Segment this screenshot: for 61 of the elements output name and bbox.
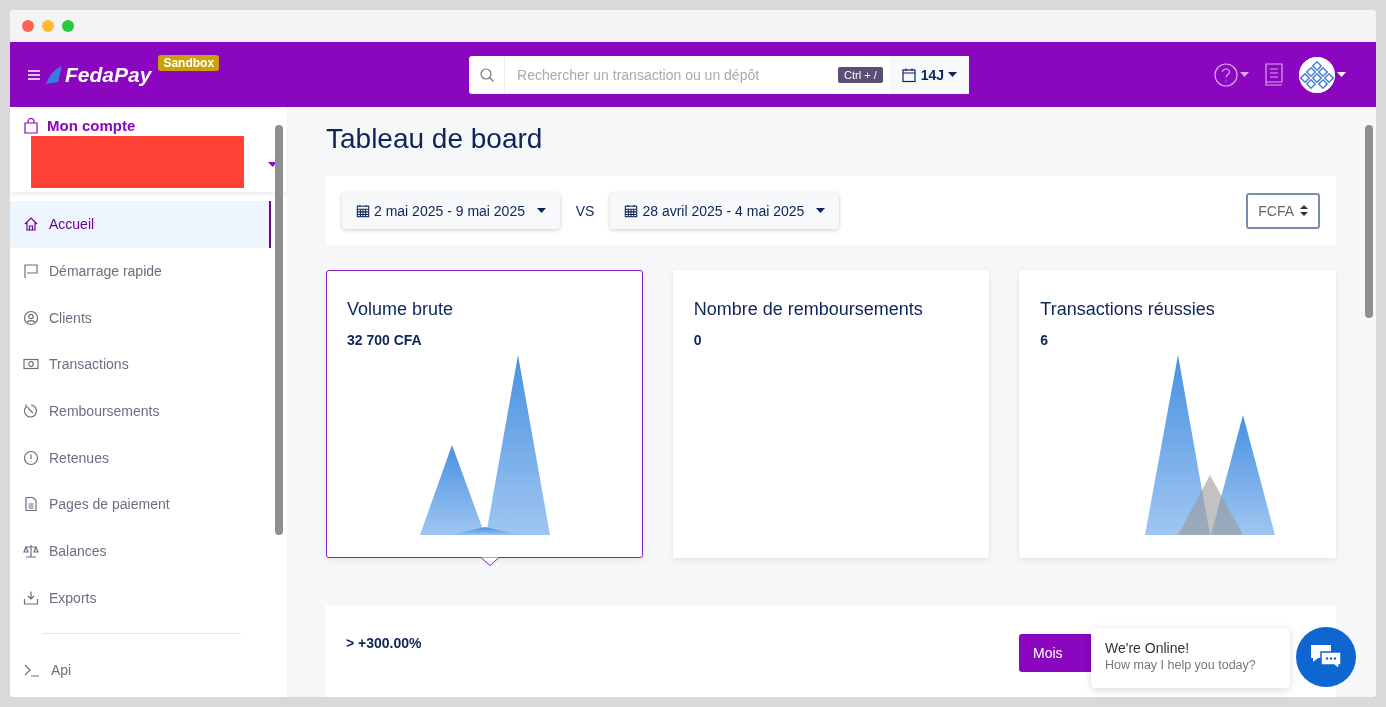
shortcut-hint: Ctrl + / (838, 66, 883, 83)
account-caret-icon (268, 162, 277, 167)
card-title: Nombre de remboursements (693, 299, 924, 320)
refund-icon (23, 403, 39, 420)
search-icon (478, 66, 495, 83)
maximize-window-icon[interactable] (62, 20, 74, 32)
search-field[interactable]: Rechercher un transaction ou un dépôt Ctrl + / 14J (469, 55, 970, 94)
chat-bubbles-icon (1309, 643, 1343, 671)
scale-icon (23, 543, 39, 560)
account-label[interactable]: Mon compte (47, 117, 136, 134)
logo-text[interactable]: FedaPay (65, 62, 152, 87)
download-tray-icon (23, 589, 39, 606)
document-icon (23, 496, 39, 513)
card-title: Transactions réussies (1040, 299, 1216, 320)
date-range-dropdown[interactable]: 2 mai 2025 - 9 mai 2025 (342, 192, 560, 229)
book-icon (1263, 62, 1285, 87)
sidebar-item[interactable]: Accueil (10, 201, 271, 248)
comparison-value: > +300.00% (346, 635, 422, 653)
sandbox-badge: Sandbox (158, 54, 220, 71)
sidebar-item[interactable]: Remboursements (10, 387, 271, 435)
calendar-icon (356, 203, 370, 218)
user-circle-icon (23, 309, 39, 326)
stat-card[interactable]: Transactions réussies 6 (1019, 270, 1336, 558)
sidebar-item[interactable]: Clients (10, 294, 271, 342)
caret-icon (816, 208, 826, 213)
page-title: Tableau de board (326, 123, 544, 156)
card-title: Volume brute (347, 299, 455, 320)
caret-icon (536, 208, 546, 213)
card-value: 32 700 CFA (347, 332, 423, 348)
sidebar-item[interactable]: Balances (10, 527, 271, 575)
vs-label: VS (575, 202, 595, 219)
alert-circle-icon (23, 449, 39, 466)
close-window-icon[interactable] (22, 20, 34, 32)
sidebar-item[interactable]: Exports (10, 574, 271, 622)
caret-icon (948, 72, 958, 77)
caret-icon (1240, 72, 1249, 77)
caret-icon (1337, 72, 1346, 77)
help-icon (1214, 62, 1238, 87)
card-value: 6 (1040, 332, 1050, 348)
shopping-bag-icon (23, 117, 39, 134)
stat-card[interactable]: Nombre de remboursements 0 (672, 270, 990, 558)
period-dropdown[interactable]: 14J (888, 55, 970, 94)
currency-select[interactable]: FCFA (1246, 192, 1320, 229)
sidebar-item[interactable]: Transactions (10, 341, 271, 388)
sidebar-item[interactable]: Api (10, 646, 271, 693)
flag-icon (23, 263, 39, 280)
menu-icon[interactable] (28, 69, 40, 80)
sidebar-item[interactable]: Pages de paiement (10, 481, 271, 528)
avatar-icon[interactable] (1299, 56, 1335, 93)
selection-pointer (481, 557, 499, 566)
calendar-icon (624, 203, 639, 218)
sidebar-item[interactable]: Démarrage rapide (10, 247, 271, 295)
sort-caret-icon (1300, 205, 1308, 216)
card-value: 0 (693, 332, 703, 348)
sidebar-item[interactable]: Retenues (10, 434, 271, 482)
date-range-dropdown[interactable]: 28 avril 2025 - 4 mai 2025 (610, 192, 840, 229)
calendar-icon (900, 66, 917, 83)
home-icon (23, 216, 39, 233)
chat-popup[interactable]: We're Online! How may I help you today? (1091, 628, 1290, 688)
logo-icon (46, 65, 62, 84)
stat-card[interactable]: Volume brute 32 700 CFA (326, 270, 643, 558)
